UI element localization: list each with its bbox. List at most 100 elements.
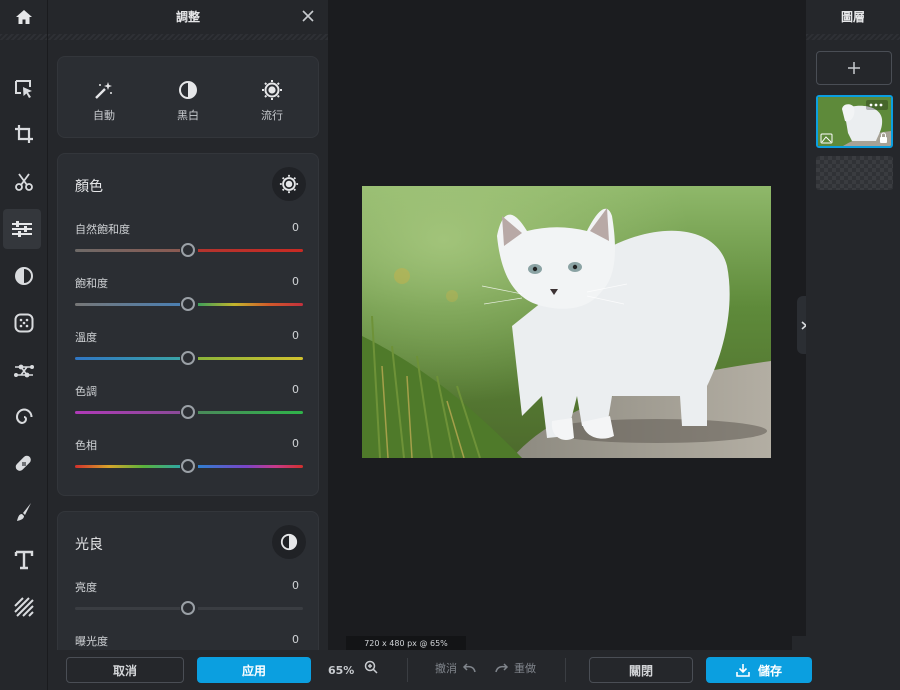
home-button[interactable] bbox=[0, 0, 48, 34]
slider-label: 色調 bbox=[75, 385, 97, 398]
slider-label: 亮度 bbox=[75, 581, 97, 594]
bottom-toolbar: 65% 撤消 重做 關閉 儲存 bbox=[328, 650, 900, 690]
diagonal-lines-icon bbox=[14, 597, 34, 617]
kitten-photo bbox=[362, 186, 771, 458]
preset-label: 自動 bbox=[93, 109, 115, 122]
preset-black-white[interactable]: 黑白 bbox=[158, 77, 218, 123]
pointer-select-icon bbox=[15, 80, 32, 98]
slider-label: 色相 bbox=[75, 439, 97, 452]
tool-brush-button[interactable] bbox=[0, 492, 48, 532]
tool-crop-button[interactable] bbox=[0, 114, 48, 154]
tool-cutout-button[interactable] bbox=[0, 162, 48, 202]
close-icon bbox=[302, 10, 314, 22]
preset-auto[interactable]: 自動 bbox=[74, 77, 134, 123]
slider-knob[interactable] bbox=[181, 601, 195, 615]
preset-label: 流行 bbox=[261, 109, 283, 122]
undo-label: 撤消 bbox=[435, 662, 457, 675]
slider-value: 0 bbox=[292, 329, 299, 342]
sliders-adjust-icon bbox=[12, 221, 32, 237]
slider-knob[interactable] bbox=[181, 297, 195, 311]
layer-item-photo[interactable] bbox=[816, 95, 893, 148]
half-circle-icon bbox=[15, 267, 33, 285]
crop-icon bbox=[15, 125, 33, 143]
slider-value: 0 bbox=[292, 383, 299, 396]
layer-item-empty[interactable] bbox=[816, 156, 893, 190]
color-section-title: 顏色 bbox=[75, 179, 103, 195]
canvas-corner bbox=[792, 636, 806, 650]
tint-slider[interactable]: 色調 0 bbox=[75, 383, 303, 423]
undo-button[interactable]: 撤消 bbox=[435, 660, 476, 676]
sun-gear-icon bbox=[279, 174, 299, 194]
spiral-icon bbox=[15, 408, 33, 425]
slider-knob[interactable] bbox=[181, 459, 195, 473]
tool-text-button[interactable] bbox=[0, 540, 48, 580]
slider-knob[interactable] bbox=[181, 243, 195, 257]
scissors-icon bbox=[15, 173, 33, 191]
canvas-image[interactable] bbox=[362, 186, 771, 458]
zoom-in-button[interactable] bbox=[364, 660, 378, 674]
color-section-toggle[interactable] bbox=[272, 167, 306, 201]
redo-button[interactable]: 重做 bbox=[495, 660, 536, 676]
apply-button[interactable]: 应用 bbox=[197, 657, 311, 683]
download-icon bbox=[736, 664, 750, 677]
text-tool-icon bbox=[14, 550, 34, 570]
toolbar-separator bbox=[565, 658, 566, 682]
tool-select-button[interactable] bbox=[0, 69, 48, 109]
toolstrip-divider bbox=[0, 34, 47, 40]
slider-knob[interactable] bbox=[181, 405, 195, 419]
layers-divider bbox=[806, 34, 900, 40]
vibrance-slider[interactable]: 自然飽和度 0 bbox=[75, 221, 303, 261]
slider-label: 飽和度 bbox=[75, 277, 108, 290]
tool-strip bbox=[0, 0, 48, 690]
hue-slider[interactable]: 色相 0 bbox=[75, 437, 303, 477]
panel-divider bbox=[48, 34, 328, 40]
panel-header: 調整 bbox=[48, 0, 328, 34]
tool-spiral-button[interactable] bbox=[0, 397, 48, 437]
slider-value: 0 bbox=[292, 579, 299, 592]
dots-grid-icon bbox=[14, 313, 34, 333]
network-nodes-icon bbox=[14, 364, 34, 378]
sun-gear-icon bbox=[262, 80, 282, 100]
light-section-title: 光良 bbox=[75, 537, 103, 553]
color-section-card: 顏色 自然飽和度 0 飽和度 0 溫度 0 色調 0 色相 0 bbox=[57, 153, 319, 496]
close-panel-button[interactable] bbox=[298, 6, 318, 26]
redo-label: 重做 bbox=[514, 662, 536, 675]
light-section-card: 光良 亮度 0 曝光度 0 bbox=[57, 511, 319, 671]
home-icon bbox=[16, 10, 32, 24]
presets-card: 自動 黑白 流行 bbox=[57, 56, 319, 138]
saturation-slider[interactable]: 飽和度 0 bbox=[75, 275, 303, 315]
contrast-circle-icon bbox=[179, 81, 197, 99]
canvas-size-label: 720 x 480 px @ 65% bbox=[346, 636, 466, 650]
temperature-slider[interactable]: 溫度 0 bbox=[75, 329, 303, 369]
adjust-panel: 調整 自動 黑白 流行 顏色 自然飽和度 0 飽和度 0 溫度 0 色調 0 色… bbox=[48, 0, 328, 690]
brightness-slider[interactable]: 亮度 0 bbox=[75, 579, 303, 619]
bandage-icon bbox=[15, 455, 31, 471]
slider-value: 0 bbox=[292, 633, 299, 646]
close-button[interactable]: 關閉 bbox=[589, 657, 693, 683]
tool-pattern-button[interactable] bbox=[0, 587, 48, 627]
contrast-circle-icon bbox=[280, 533, 298, 551]
undo-icon bbox=[462, 663, 476, 673]
plus-icon bbox=[848, 62, 860, 74]
preset-pop[interactable]: 流行 bbox=[242, 77, 302, 123]
slider-value: 0 bbox=[292, 437, 299, 450]
brush-icon bbox=[17, 503, 31, 521]
tool-filters-button[interactable] bbox=[0, 303, 48, 343]
slider-knob[interactable] bbox=[181, 351, 195, 365]
slider-label: 溫度 bbox=[75, 331, 97, 344]
add-layer-button[interactable] bbox=[816, 51, 892, 85]
tool-liquify-button[interactable] bbox=[0, 351, 48, 391]
cancel-button[interactable]: 取消 bbox=[66, 657, 184, 683]
toolbar-separator bbox=[407, 658, 408, 682]
light-section-toggle[interactable] bbox=[272, 525, 306, 559]
layers-title: 圖層 bbox=[840, 10, 865, 24]
save-label: 儲存 bbox=[757, 663, 782, 678]
save-button[interactable]: 儲存 bbox=[706, 657, 812, 683]
canvas-stage: 720 x 480 px @ 65% bbox=[328, 0, 806, 650]
tool-heal-button[interactable] bbox=[0, 444, 48, 484]
tool-effects-button[interactable] bbox=[0, 256, 48, 296]
zoom-level[interactable]: 65% bbox=[328, 664, 354, 677]
tool-adjust-button[interactable] bbox=[3, 209, 41, 249]
slider-label: 自然飽和度 bbox=[75, 223, 130, 236]
preset-label: 黑白 bbox=[177, 109, 199, 122]
